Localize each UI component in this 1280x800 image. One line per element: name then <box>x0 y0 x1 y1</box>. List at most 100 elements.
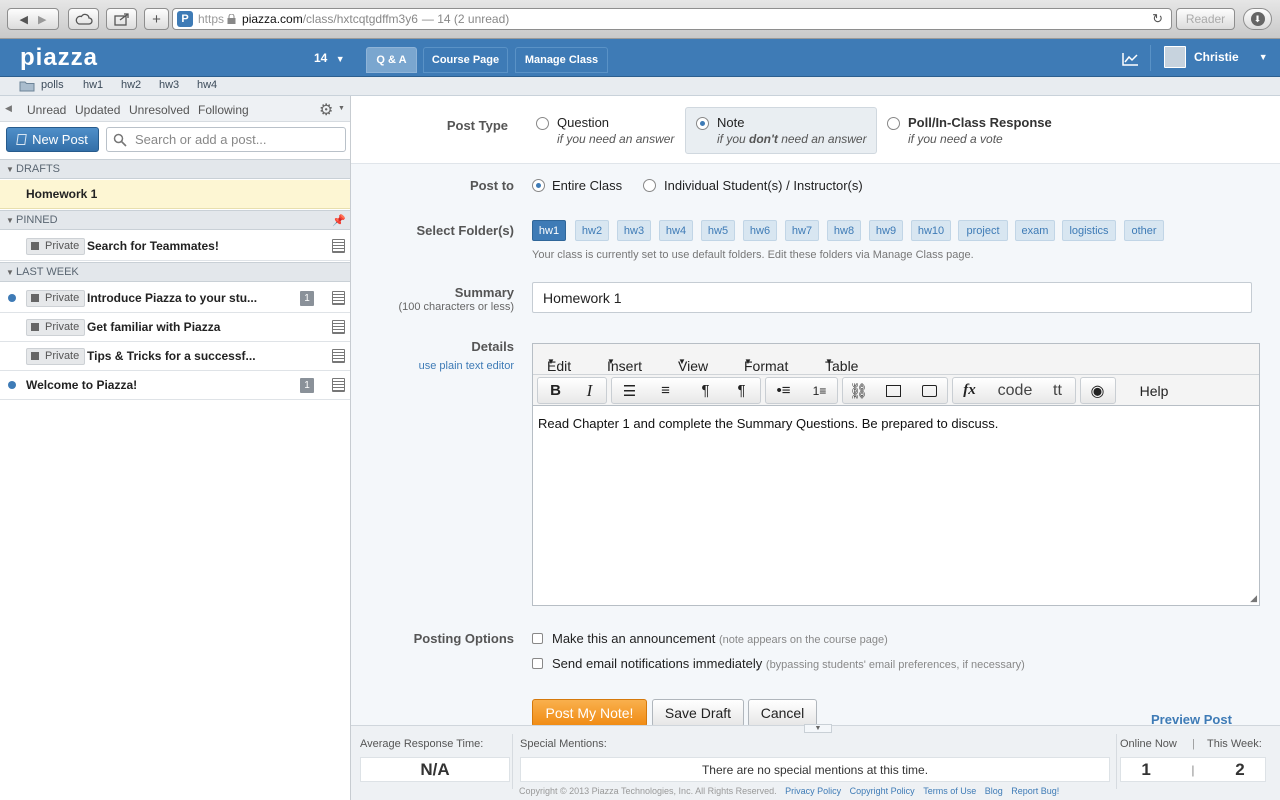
reader-button[interactable]: Reader <box>1176 8 1235 30</box>
folder-chip-hw4[interactable]: hw4 <box>659 220 693 241</box>
link-icon[interactable]: ⛓ <box>846 378 871 403</box>
list-item[interactable]: Private Introduce Piazza to your stu... … <box>0 284 350 313</box>
share-button[interactable] <box>106 8 137 30</box>
user-menu[interactable]: Christie ▼ <box>1164 46 1268 68</box>
class-dropdown[interactable]: 14 ▼ <box>314 51 345 65</box>
address-bar[interactable]: P https piazza.com /class/hxtcqtgdffm3y6… <box>172 8 1172 30</box>
resize-handle-icon[interactable]: ◢ <box>1250 593 1257 604</box>
filter-following[interactable]: Following <box>198 103 249 117</box>
back-forward-buttons[interactable]: ◀ ▶ <box>7 8 59 30</box>
radio-individual[interactable] <box>643 179 656 192</box>
folder-chip-hw6[interactable]: hw6 <box>743 220 777 241</box>
list-item[interactable]: Private Tips & Tricks for a successf... <box>0 342 350 371</box>
folder-chip-other[interactable]: other <box>1124 220 1164 241</box>
search-input[interactable]: Search or add a post... <box>106 127 346 152</box>
tab-course-page[interactable]: Course Page <box>423 47 508 73</box>
ltr-paragraph-icon[interactable]: ¶ <box>693 378 718 403</box>
editor-content[interactable]: Read Chapter 1 and complete the Summary … <box>538 416 998 431</box>
radio-note[interactable] <box>696 117 709 130</box>
collapse-footer-icon[interactable]: ▼ <box>804 724 832 733</box>
section-drafts[interactable]: ▼ DRAFTS <box>0 159 350 179</box>
section-pinned[interactable]: ▼ PINNED 📌 <box>0 210 350 230</box>
radio-entire-class[interactable] <box>532 179 545 192</box>
align-left-icon[interactable]: ☰ <box>617 378 642 403</box>
bullet-list-icon[interactable]: •≡ <box>771 378 796 403</box>
italic-icon[interactable]: I <box>577 378 602 403</box>
post-to-entire-class[interactable]: Entire Class <box>552 178 622 193</box>
type-poll-title[interactable]: Poll/In-Class Response <box>908 115 1052 130</box>
menu-edit[interactable]: Edit ▼ <box>547 351 571 374</box>
eye-icon[interactable]: ◉ <box>1085 378 1110 403</box>
type-note-title[interactable]: Note <box>717 115 744 130</box>
radio-poll[interactable] <box>887 117 900 130</box>
folder-chip-hw1[interactable]: hw1 <box>532 220 566 241</box>
folder-chip-hw2[interactable]: hw2 <box>575 220 609 241</box>
save-draft-button[interactable]: Save Draft <box>652 699 744 727</box>
reload-icon[interactable]: ↻ <box>1152 11 1163 27</box>
folder-chip-project[interactable]: project <box>958 220 1008 241</box>
email-notify-checkbox[interactable] <box>532 658 543 669</box>
folder-polls[interactable]: polls <box>41 79 64 91</box>
blog-link[interactable]: Blog <box>985 786 1003 796</box>
summary-input[interactable]: Homework 1 <box>532 282 1252 313</box>
folder-chip-hw10[interactable]: hw10 <box>911 220 951 241</box>
radio-question[interactable] <box>536 117 549 130</box>
folder-hw3[interactable]: hw3 <box>159 79 179 91</box>
list-item[interactable]: Private Search for Teammates! <box>0 232 350 261</box>
back-icon[interactable]: ◀ <box>20 13 28 26</box>
filter-unresolved[interactable]: Unresolved <box>129 103 190 117</box>
bold-icon[interactable]: B <box>543 378 568 403</box>
folder-chip-hw8[interactable]: hw8 <box>827 220 861 241</box>
privacy-policy-link[interactable]: Privacy Policy <box>785 786 841 796</box>
note-option-highlight[interactable] <box>685 107 877 154</box>
section-last-week[interactable]: ▼ LAST WEEK <box>0 262 350 282</box>
folder-hw1[interactable]: hw1 <box>83 79 103 91</box>
folder-chip-logistics[interactable]: logistics <box>1062 220 1116 241</box>
teletype-button[interactable]: tt <box>1045 378 1070 403</box>
formula-icon[interactable]: fx <box>957 378 982 403</box>
forward-icon[interactable]: ▶ <box>38 13 46 26</box>
plain-text-editor-link[interactable]: use plain text editor <box>371 360 514 372</box>
folder-chip-exam[interactable]: exam <box>1015 220 1055 241</box>
collapse-sidebar-icon[interactable]: ◀ <box>5 103 12 114</box>
email-notify-label[interactable]: Send email notifications immediately (by… <box>552 656 1025 671</box>
menu-view[interactable]: View ▼ <box>678 351 708 374</box>
folder-chip-hw9[interactable]: hw9 <box>869 220 903 241</box>
announcement-label[interactable]: Make this an announcement (note appears … <box>552 631 888 646</box>
image-icon[interactable] <box>881 378 906 403</box>
list-item[interactable]: Welcome to Piazza! 1 <box>0 371 350 400</box>
new-tab-button[interactable]: + <box>144 8 169 30</box>
gear-icon[interactable]: ⚙ <box>319 100 333 120</box>
downloads-button[interactable]: ⬇ <box>1243 8 1272 30</box>
filter-unread[interactable]: Unread <box>27 103 66 117</box>
folder-chip-hw5[interactable]: hw5 <box>701 220 735 241</box>
menu-table[interactable]: Table ▼ <box>825 351 858 374</box>
folder-hw4[interactable]: hw4 <box>197 79 217 91</box>
folder-chip-hw7[interactable]: hw7 <box>785 220 819 241</box>
report-bug-link[interactable]: Report Bug! <box>1011 786 1059 796</box>
tab-qa[interactable]: Q & A <box>366 47 417 73</box>
numbered-list-icon[interactable]: 1≡ <box>807 378 832 403</box>
filter-updated[interactable]: Updated <box>75 103 120 117</box>
folder-hw2[interactable]: hw2 <box>121 79 141 91</box>
code-button[interactable]: code <box>991 378 1039 403</box>
terms-of-use-link[interactable]: Terms of Use <box>923 786 976 796</box>
post-to-individual[interactable]: Individual Student(s) / Instructor(s) <box>664 178 863 193</box>
cancel-button[interactable]: Cancel <box>748 699 817 727</box>
menu-insert[interactable]: Insert ▼ <box>607 351 642 374</box>
caret-down-icon[interactable]: ▼ <box>338 105 345 112</box>
post-note-button[interactable]: Post My Note! <box>532 699 647 727</box>
media-icon[interactable] <box>917 378 942 403</box>
piazza-logo[interactable]: piazza <box>20 44 98 72</box>
icloud-button[interactable] <box>68 8 99 30</box>
help-button[interactable]: Help <box>1129 378 1179 403</box>
rtl-paragraph-icon[interactable]: ¶ <box>729 378 754 403</box>
folder-chip-hw3[interactable]: hw3 <box>617 220 651 241</box>
list-item[interactable]: Private Get familiar with Piazza <box>0 313 350 342</box>
copyright-policy-link[interactable]: Copyright Policy <box>850 786 915 796</box>
type-question-title[interactable]: Question <box>557 115 609 130</box>
align-center-icon[interactable]: ≡ <box>653 378 678 403</box>
draft-row[interactable]: Homework 1 <box>0 180 350 209</box>
menu-format[interactable]: Format ▼ <box>744 351 788 374</box>
statistics-icon[interactable] <box>1122 52 1139 66</box>
